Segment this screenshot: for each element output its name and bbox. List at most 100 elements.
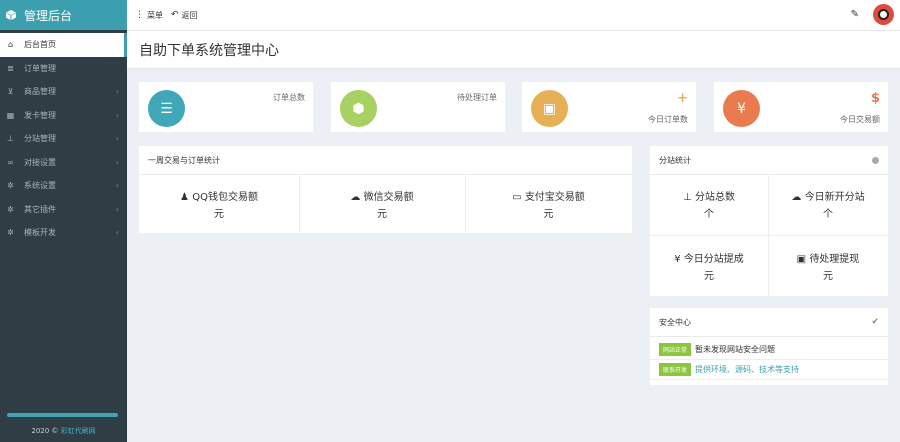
cube-icon — [6, 10, 16, 20]
stat-total-orders[interactable]: ☰ 订单总数 — [139, 82, 313, 132]
page-title: 自助下单系统管理中心 — [139, 42, 279, 59]
sidebar-progress-line — [7, 413, 118, 417]
stat-label: 待处理提现 — [809, 254, 860, 265]
money-icon: ▣ — [796, 254, 807, 265]
sidebar-item-settings[interactable]: ✲ 系统设置 ‹ — [0, 174, 127, 198]
briefcase-icon: ▣ — [531, 90, 568, 127]
status-badge: 联系开发 — [659, 363, 692, 376]
stat-label: 订单总数 — [273, 93, 305, 102]
panel-title: 分站统计 — [659, 155, 691, 165]
hexagon-icon: ⬢ — [340, 90, 377, 127]
branch-total-stat: ⊥ 分站总数 个 — [650, 188, 768, 220]
sidebar-item-label: 分站管理 — [24, 134, 56, 144]
link-icon: ∞ — [7, 157, 14, 167]
branch-new-stat: ☁ 今日新开分站 个 — [768, 188, 888, 220]
panel-header: 一周交易与订单统计 — [139, 146, 632, 175]
stat-unit: 个 — [704, 209, 714, 220]
menu-button[interactable]: ⋮ 菜单 — [135, 10, 163, 21]
page-header: 自助下单系统管理中心 — [127, 30, 900, 69]
stat-label: 微信交易额 — [363, 192, 414, 203]
stat-today-revenue[interactable]: ¥ $ 今日交易额 — [714, 82, 888, 132]
qq-icon: ♟ — [180, 192, 190, 203]
sitemap-icon: ⊥ — [7, 134, 14, 144]
sidebar-item-label: 系统设置 — [24, 181, 56, 191]
sidebar-footer: 2020 © 彩虹代刷网 — [0, 426, 127, 436]
chevron-left-icon: ‹ — [115, 134, 119, 144]
grid-icon: ▦ — [6, 110, 15, 120]
topbar-right: ✎ — [851, 4, 894, 25]
sidebar-item-plugins[interactable]: ✲ 其它插件 ‹ — [0, 198, 127, 222]
credit-card-icon: ▭ — [512, 192, 522, 203]
chevron-left-icon: ‹ — [115, 157, 119, 167]
stat-pending-orders[interactable]: ⬢ 待处理订单 — [331, 82, 505, 132]
stat-label: 今日订单数 — [648, 115, 688, 124]
list-icon: ≣ — [7, 63, 14, 73]
sidebar-item-label: 后台首页 — [24, 40, 56, 50]
sidebar-item-orders[interactable]: ≣ 订单管理 — [0, 57, 127, 81]
chevron-left-icon: ‹ — [115, 110, 119, 120]
trade-stats-panel: 一周交易与订单统计 ♟ QQ钱包交易额 元 ☁ 微信交易额 元 ▭ 支付宝交易额… — [139, 146, 632, 233]
status-badge: 网站正常 — [659, 343, 692, 356]
brand-bar[interactable]: 管理后台 — [0, 0, 127, 30]
sidebar-item-label: 对接设置 — [24, 157, 56, 167]
sidebar-item-label: 商品管理 — [24, 87, 56, 97]
home-icon: ⌂ — [7, 40, 14, 50]
branch-withdraw-stat: ▣ 待处理提现 元 — [768, 250, 888, 282]
stat-unit: 元 — [214, 209, 224, 220]
sidebar-item-products[interactable]: ⊻ 商品管理 ‹ — [0, 80, 127, 104]
wrench-icon[interactable]: ✎ — [851, 9, 859, 20]
wechat-icon: ☁ — [350, 192, 361, 203]
stat-label: 支付宝交易额 — [524, 192, 585, 203]
status-dot-icon[interactable] — [872, 156, 879, 164]
reply-icon: ↶ — [171, 10, 179, 20]
sidebar: 管理后台 ⌂ 后台首页 ≣ 订单管理 ⊻ 商品管理 ‹ ▦ 发卡管理 ‹ ⊥ 分… — [0, 0, 127, 442]
sidebar-item-home[interactable]: ⌂ 后台首页 — [0, 33, 127, 57]
yen-icon: ¥ — [723, 90, 760, 127]
security-row: 网站正常 暂未发现网站安全问题 — [650, 340, 888, 360]
stat-label: 分站总数 — [694, 192, 735, 203]
stat-label: 今日交易额 — [840, 115, 880, 124]
yen-icon: ¥ — [674, 254, 681, 265]
back-label: 返回 — [181, 10, 198, 20]
stat-today-orders[interactable]: ▣ + 今日订单数 — [522, 82, 696, 132]
stat-label: QQ钱包交易额 — [192, 192, 258, 203]
sidebar-item-templates[interactable]: ✲ 模板开发 ‹ — [0, 221, 127, 245]
panel-title: 一周交易与订单统计 — [148, 155, 220, 165]
footer-link[interactable]: 彩虹代刷网 — [61, 427, 96, 435]
alipay-stat: ▭ 支付宝交易额 元 — [465, 188, 632, 220]
avatar[interactable] — [873, 4, 894, 25]
avatar-face-icon — [878, 9, 889, 20]
stat-unit: 元 — [823, 271, 833, 282]
sidebar-item-docking[interactable]: ∞ 对接设置 ‹ — [0, 151, 127, 175]
panel-title: 安全中心 — [659, 317, 691, 327]
menu-icon: ⋮ — [135, 10, 144, 20]
chevron-left-icon: ‹ — [115, 181, 119, 191]
support-link[interactable]: 提供环境、源码、技术等支持 — [695, 364, 799, 375]
branch-commission-stat: ¥ 今日分站提成 元 — [650, 250, 768, 282]
menu-label: 菜单 — [147, 10, 163, 20]
sidebar-item-label: 订单管理 — [24, 63, 56, 73]
chevron-left-icon: ‹ — [115, 228, 119, 238]
plus-mark: + — [677, 91, 688, 106]
topbar: ⋮ 菜单 ↶ 返回 ✎ — [127, 0, 900, 30]
sidebar-nav: ⌂ 后台首页 ≣ 订单管理 ⊻ 商品管理 ‹ ▦ 发卡管理 ‹ ⊥ 分站管理 ‹… — [0, 33, 127, 245]
list-icon: ☰ — [148, 90, 185, 127]
stat-unit: 个 — [823, 209, 833, 220]
brand-title: 管理后台 — [24, 8, 73, 23]
sitemap-icon: ⊥ — [683, 192, 692, 203]
stat-unit: 元 — [704, 271, 714, 282]
sidebar-item-label: 其它插件 — [24, 204, 56, 214]
stat-unit: 元 — [377, 209, 387, 220]
back-button[interactable]: ↶ 返回 — [171, 10, 198, 21]
cloud-icon: ☁ — [791, 192, 802, 203]
qq-wallet-stat: ♟ QQ钱包交易额 元 — [139, 188, 299, 220]
panel-header: 安全中心 ✔ — [650, 308, 888, 337]
check-icon[interactable]: ✔ — [871, 317, 879, 327]
sidebar-item-label: 模板开发 — [24, 228, 56, 238]
stat-unit: 元 — [543, 209, 554, 220]
sidebar-item-cards[interactable]: ▦ 发卡管理 ‹ — [0, 104, 127, 128]
footer-year: 2020 © — [31, 427, 59, 435]
stat-label: 今日新开分站 — [804, 192, 865, 203]
gears-icon: ✲ — [7, 204, 14, 214]
sidebar-item-branches[interactable]: ⊥ 分站管理 ‹ — [0, 127, 127, 151]
